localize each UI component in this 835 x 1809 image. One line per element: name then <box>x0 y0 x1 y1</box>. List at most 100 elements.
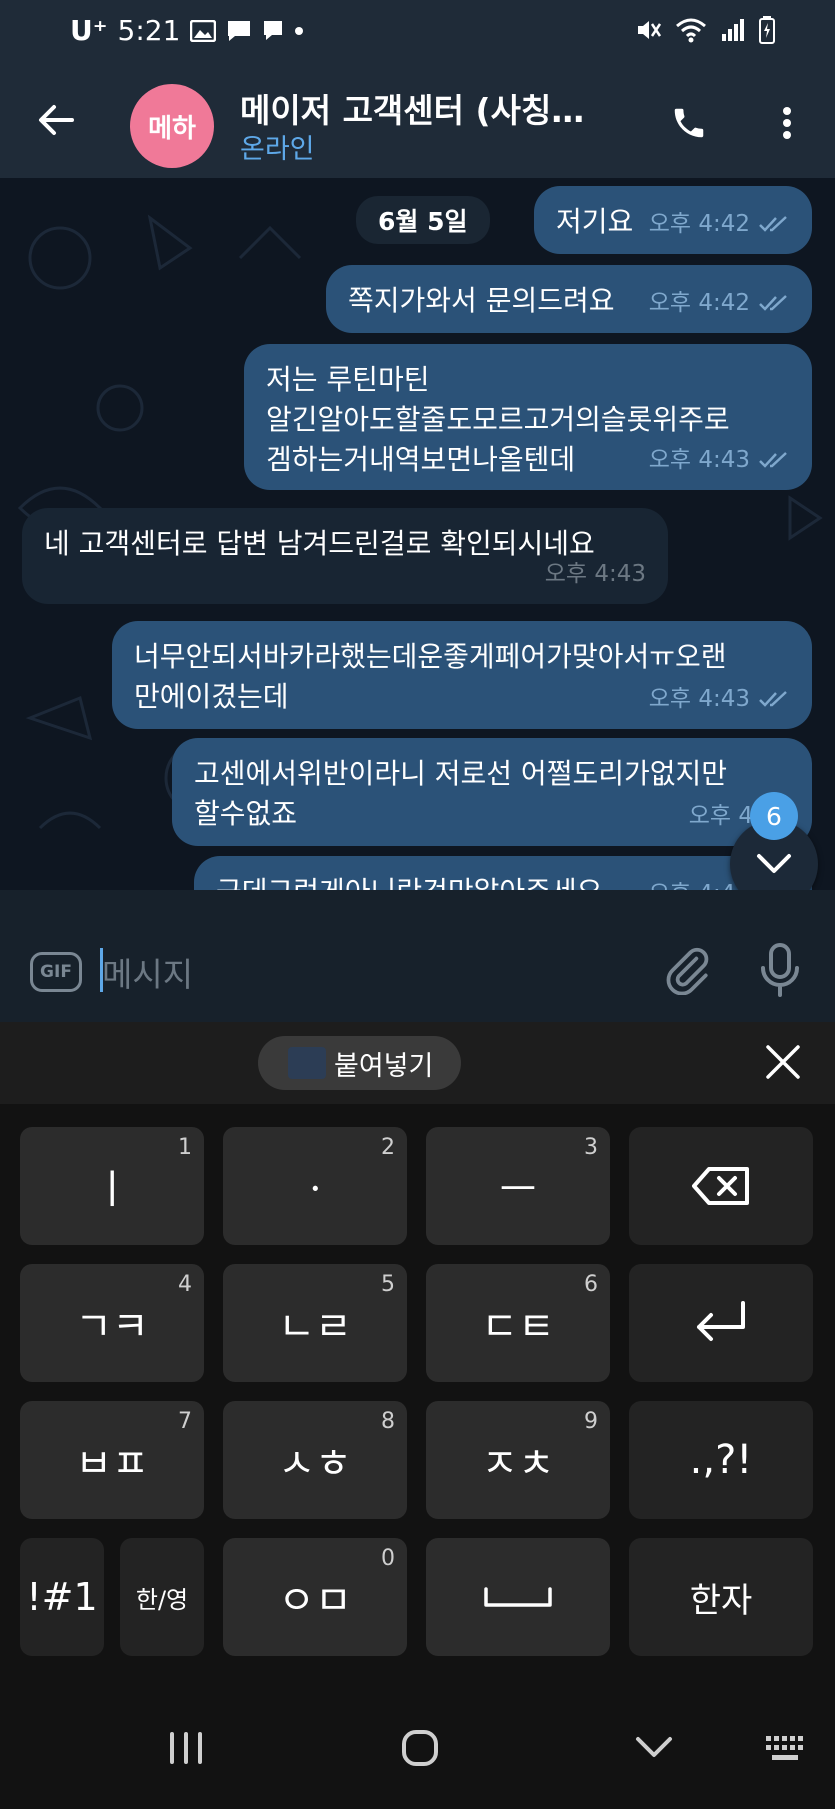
key-number: 4 <box>178 1272 192 1297</box>
paperclip-icon <box>666 947 709 996</box>
hide-keyboard-button[interactable] <box>634 1734 674 1764</box>
clipboard-bar: 붙여넣기 <box>0 1022 835 1104</box>
recent-apps-button[interactable] <box>166 1730 206 1770</box>
gif-button[interactable]: GIF <box>30 952 82 992</box>
key-i[interactable]: ㅣ1 <box>20 1127 204 1245</box>
message-bubble-outgoing[interactable]: 쪽지가와서 문의드려요 오후 4:42 <box>326 265 812 333</box>
key-number: 0 <box>381 1546 395 1571</box>
voice-message-button[interactable] <box>758 942 802 1002</box>
message-time: 오후 4:42 <box>648 211 750 237</box>
keyboard: 붙여넣기 ㅣ1 ㆍ2 ㅡ3 ㄱㅋ 4 ㄴㄹ 5 ㄷㅌ 6 ㅂㅍ 7 ㅅㅎ 8 ㅈㅊ 9 .,… <box>0 1022 835 1809</box>
message-time: 오후 4:43 <box>544 561 646 587</box>
message-bubble-outgoing[interactable]: 저기요 오후 4:42 <box>534 186 812 254</box>
keyboard-icon <box>766 1736 803 1760</box>
status-bar: U⁺ 5:21 <box>0 0 835 64</box>
key-number: 6 <box>584 1272 598 1297</box>
key-j-ch[interactable]: ㅈㅊ 9 <box>426 1401 610 1519</box>
hanja-key[interactable]: 한자 <box>629 1538 813 1656</box>
key-s-h[interactable]: ㅅㅎ 8 <box>223 1401 407 1519</box>
avatar[interactable]: 메하 <box>130 84 214 168</box>
battery-icon <box>759 16 775 48</box>
key-number: 2 <box>381 1135 395 1160</box>
message-input[interactable]: 메시지 <box>102 948 193 996</box>
key-d-t[interactable]: ㄷㅌ 6 <box>426 1264 610 1382</box>
double-check-icon <box>759 216 787 232</box>
paste-button[interactable]: 붙여넣기 <box>258 1036 462 1090</box>
message-text-line: 저는 루틴마틴 <box>266 363 430 396</box>
message-bubble-outgoing[interactable]: 고센에서위반이라니 저로선 어쩔도리가없지만 할수없죠 오후 4:44 <box>172 738 812 846</box>
symbols-key[interactable]: !#1 <box>20 1538 104 1656</box>
keyboard-switch-button[interactable] <box>764 1732 808 1770</box>
key-label: ㄴㄹ <box>278 1304 352 1350</box>
message-bubble-incoming[interactable]: 네 고객센터로 답변 남겨드린걸로 확인되시네요 오후 4:43 <box>22 508 668 604</box>
call-button[interactable] <box>664 98 714 148</box>
message-time: 오후 4:42 <box>648 290 750 316</box>
home-button[interactable] <box>400 1728 440 1772</box>
key-number: 3 <box>584 1135 598 1160</box>
attach-button[interactable] <box>662 945 712 999</box>
chat-area[interactable]: 6월 5일 저기요 오후 4:42 쪽지가와서 문의드려요 오후 4:42 저는… <box>0 178 835 890</box>
double-check-icon <box>759 295 787 311</box>
punctuation-key[interactable]: .,?! <box>629 1401 813 1519</box>
key-o-m[interactable]: ㅇㅁ 0 <box>223 1538 407 1656</box>
online-status: 온라인 <box>240 134 315 165</box>
more-vertical-icon <box>783 107 791 139</box>
key-g-k[interactable]: ㄱㅋ 4 <box>20 1264 204 1382</box>
dot-icon <box>294 26 304 36</box>
clock: 5:21 <box>117 14 181 47</box>
key-label: ㄷㅌ <box>481 1304 555 1350</box>
double-check-icon <box>759 691 787 707</box>
space-icon <box>484 1587 552 1607</box>
chat-title[interactable]: 메이저 고객센터 (사칭… <box>240 84 610 132</box>
chevron-down-icon <box>757 854 791 873</box>
key-label: !#1 <box>26 1575 98 1619</box>
clipboard-thumbnail <box>288 1047 326 1079</box>
key-label: ㅂㅍ <box>75 1441 149 1487</box>
key-eu[interactable]: ㅡ3 <box>426 1127 610 1245</box>
language-toggle-key[interactable]: 한/영 <box>120 1538 204 1656</box>
microphone-icon <box>761 943 799 997</box>
key-label: .,?! <box>689 1437 753 1483</box>
key-label: 한/영 <box>135 1585 189 1614</box>
message-bubble-outgoing[interactable]: 저는 루틴마틴 알긴알아도할줄도모르고거의슬롯위주로 겜하는거내역보면나올텐데 … <box>244 344 812 490</box>
wifi-icon <box>675 17 707 47</box>
message-text: 근데그런게아니란것만알아주세요 <box>216 875 602 890</box>
message-text: 저기요 <box>556 205 634 238</box>
more-options-button[interactable] <box>762 98 812 148</box>
backspace-key[interactable] <box>629 1127 813 1245</box>
avatar-initials: 메하 <box>148 113 196 144</box>
chat-icon <box>262 19 284 43</box>
enter-key[interactable] <box>629 1264 813 1382</box>
key-n-r[interactable]: ㄴㄹ 5 <box>223 1264 407 1382</box>
key-dot[interactable]: ㆍ2 <box>223 1127 407 1245</box>
message-text: 네 고객센터로 답변 남겨드린걸로 확인되시네요 <box>44 527 595 560</box>
key-number: 5 <box>381 1272 395 1297</box>
message-composer: GIF 메시지 <box>0 890 835 1022</box>
key-number: 8 <box>381 1409 395 1434</box>
key-label: ㅈㅊ <box>481 1441 555 1487</box>
chat-header: 메하 메이저 고객센터 (사칭… 온라인 <box>0 64 835 178</box>
key-b-p[interactable]: ㅂㅍ 7 <box>20 1401 204 1519</box>
message-time: 오후 4:43 <box>648 447 750 473</box>
space-key[interactable] <box>426 1538 610 1656</box>
key-label: ㅡ <box>499 1167 537 1213</box>
back-button[interactable] <box>30 94 82 146</box>
key-label: ㄱㅋ <box>75 1304 149 1350</box>
date-chip: 6월 5일 <box>356 196 490 244</box>
home-icon <box>402 1730 438 1766</box>
backspace-icon <box>692 1167 749 1205</box>
unread-count-badge: 6 <box>750 792 798 840</box>
phone-icon <box>674 108 704 138</box>
close-clipboard-button[interactable] <box>763 1042 803 1086</box>
system-navigation-bar <box>0 1698 835 1809</box>
message-text: 쪽지가와서 문의드려요 <box>348 284 615 317</box>
mute-icon <box>635 17 662 47</box>
paste-label: 붙여넣기 <box>334 1050 434 1082</box>
key-number: 7 <box>178 1409 192 1434</box>
message-bubble-outgoing[interactable]: 근데그런게아니란것만알아주세요 오후 4:44 <box>194 856 812 890</box>
key-label: ㅇㅁ <box>278 1578 352 1624</box>
message-bubble-outgoing[interactable]: 너무안되서바카라했는데운좋게페어가맞아서ㅠ오랜 만에이겼는데 오후 4:43 <box>112 621 812 729</box>
close-icon <box>766 1045 800 1079</box>
key-label: 한자 <box>689 1580 753 1621</box>
key-number: 9 <box>584 1409 598 1434</box>
